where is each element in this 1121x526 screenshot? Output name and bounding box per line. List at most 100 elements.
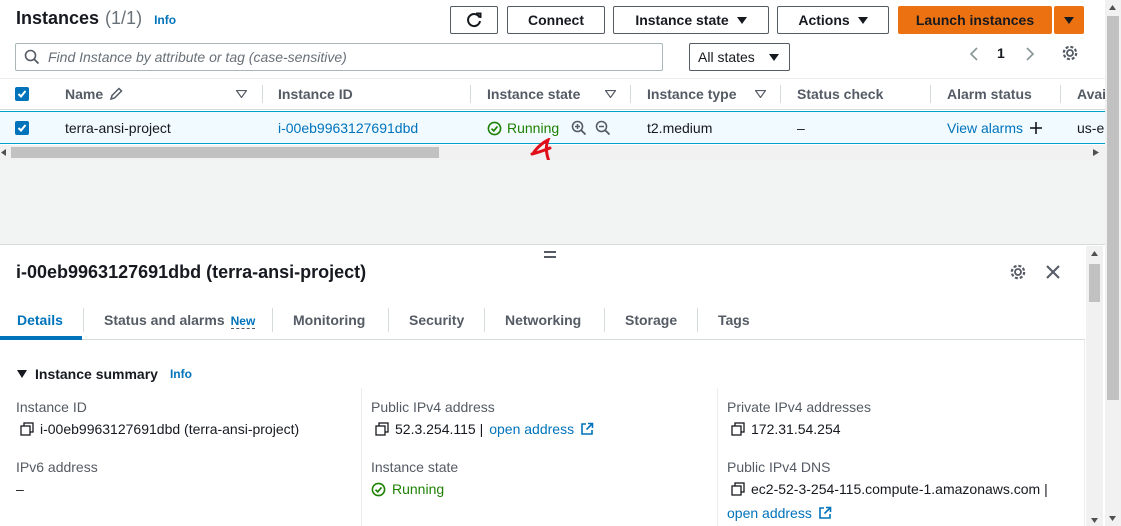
- instance-id-value: i-00eb9963127691dbd (terra-ansi-project): [20, 421, 299, 437]
- zoom-out-icon[interactable]: [595, 120, 611, 136]
- panel-divider: [0, 244, 1105, 245]
- scroll-down-icon[interactable]: [1091, 518, 1098, 523]
- page-scrollbar[interactable]: [1105, 0, 1121, 526]
- caret-down-icon: [17, 370, 27, 378]
- external-link-icon[interactable]: [818, 506, 832, 520]
- column-instance-state[interactable]: Instance state: [487, 78, 580, 110]
- row-checkbox[interactable]: [15, 121, 29, 135]
- scroll-right-icon[interactable]: [1093, 149, 1099, 156]
- sort-down-icon[interactable]: [755, 90, 766, 98]
- column-divider: [262, 85, 263, 103]
- sort-down-icon[interactable]: [605, 90, 616, 98]
- close-icon[interactable]: [1045, 264, 1061, 280]
- tab-divider: [484, 308, 485, 332]
- resize-handle-icon[interactable]: [544, 251, 556, 258]
- ipv6-label: IPv6 address: [16, 459, 98, 475]
- tab-tags[interactable]: Tags: [718, 304, 750, 336]
- pencil-icon: [110, 87, 123, 101]
- copy-icon[interactable]: [731, 422, 745, 436]
- zoom-in-icon[interactable]: [571, 120, 587, 136]
- cell-instance-id-link[interactable]: i-00eb9963127691dbd: [278, 112, 418, 144]
- view-alarms-link[interactable]: View alarms: [947, 112, 1043, 144]
- column-divider: [361, 388, 362, 526]
- tab-networking[interactable]: Networking: [505, 304, 581, 336]
- public-dns-label: Public IPv4 DNS: [727, 459, 831, 475]
- open-address-link[interactable]: open address: [727, 505, 812, 521]
- actions-dropdown[interactable]: Actions: [777, 6, 889, 34]
- scroll-up-icon[interactable]: [1091, 251, 1098, 256]
- external-link-icon[interactable]: [580, 422, 594, 436]
- scroll-left-icon[interactable]: [1, 149, 7, 156]
- gear-icon: [1062, 45, 1078, 61]
- instance-state-label: Instance state: [371, 459, 459, 475]
- states-select[interactable]: All states: [689, 43, 790, 71]
- tab-divider: [388, 308, 389, 332]
- column-availability-zone[interactable]: Avai: [1077, 78, 1106, 110]
- column-alarm-status[interactable]: Alarm status: [947, 78, 1032, 110]
- column-divider: [717, 388, 718, 526]
- info-link[interactable]: Info: [154, 13, 176, 27]
- tab-status-and-alarms[interactable]: Status and alarms New: [104, 304, 256, 336]
- tab-storage[interactable]: Storage: [625, 304, 677, 336]
- launch-options-dropdown[interactable]: [1054, 6, 1084, 34]
- checkmark-icon: [17, 90, 27, 98]
- caret-down-icon: [1064, 16, 1074, 24]
- check-circle-icon: [371, 482, 386, 496]
- connect-button[interactable]: Connect: [507, 6, 605, 34]
- new-badge: New: [230, 314, 256, 329]
- tab-divider: [604, 308, 605, 332]
- page-title: Instances (1/1) Info: [16, 8, 177, 28]
- refresh-button[interactable]: [450, 6, 498, 34]
- plus-icon: [1030, 122, 1042, 134]
- column-divider: [780, 85, 781, 103]
- gear-icon[interactable]: [1009, 263, 1027, 281]
- scrollbar-thumb[interactable]: [1089, 264, 1100, 302]
- column-divider: [930, 85, 931, 103]
- scroll-down-icon[interactable]: [1109, 516, 1116, 521]
- scrollbar-thumb[interactable]: [11, 147, 439, 158]
- column-instance-type[interactable]: Instance type: [647, 78, 736, 110]
- select-all-checkbox[interactable]: [15, 87, 29, 101]
- private-ipv4-label: Private IPv4 addresses: [727, 399, 871, 415]
- cell-availability-zone: us-e: [1077, 120, 1105, 136]
- open-address-link[interactable]: open address: [489, 421, 574, 437]
- public-ipv4-label: Public IPv4 address: [371, 399, 495, 415]
- prev-page-button[interactable]: [968, 44, 984, 64]
- search-input[interactable]: Find Instance by attribute or tag (case-…: [15, 43, 663, 71]
- instance-state-dropdown[interactable]: Instance state: [613, 6, 769, 34]
- chevron-right-icon: [1026, 47, 1035, 61]
- copy-icon[interactable]: [20, 422, 34, 436]
- tab-monitoring[interactable]: Monitoring: [293, 304, 365, 336]
- checkmark-icon: [17, 124, 27, 132]
- copy-icon[interactable]: [731, 482, 745, 496]
- column-status-check[interactable]: Status check: [797, 78, 883, 110]
- page-number[interactable]: 1: [997, 45, 1005, 61]
- public-ipv4-value: 52.3.254.115 | open address: [375, 421, 594, 437]
- copy-icon[interactable]: [375, 422, 389, 436]
- preferences-button[interactable]: [1061, 44, 1079, 65]
- detail-scrollbar[interactable]: [1086, 246, 1103, 526]
- next-page-button[interactable]: [1024, 44, 1040, 64]
- column-divider: [630, 85, 631, 103]
- tab-divider: [272, 308, 273, 332]
- tab-details[interactable]: Details: [17, 304, 63, 336]
- info-link[interactable]: Info: [170, 367, 192, 381]
- scroll-up-icon[interactable]: [1109, 5, 1116, 10]
- detail-title: i-00eb9963127691dbd (terra-ansi-project): [16, 262, 367, 282]
- cell-name: terra-ansi-project: [65, 120, 171, 136]
- tab-divider: [83, 308, 84, 332]
- empty-area: [0, 160, 1105, 244]
- tab-divider: [697, 308, 698, 332]
- summary-section-header[interactable]: Instance summary Info: [17, 366, 192, 382]
- chevron-left-icon: [969, 47, 978, 61]
- column-name[interactable]: Name: [65, 78, 123, 110]
- search-icon: [24, 49, 40, 65]
- column-divider: [470, 85, 471, 103]
- instance-state-value: Running: [371, 481, 444, 497]
- private-ipv4-value: 172.31.54.254: [731, 421, 841, 437]
- launch-instances-button[interactable]: Launch instances: [898, 6, 1052, 34]
- column-instance-id[interactable]: Instance ID: [278, 78, 353, 110]
- tab-security[interactable]: Security: [409, 304, 464, 336]
- sort-down-icon: [236, 90, 247, 98]
- scrollbar-thumb[interactable]: [1107, 16, 1119, 400]
